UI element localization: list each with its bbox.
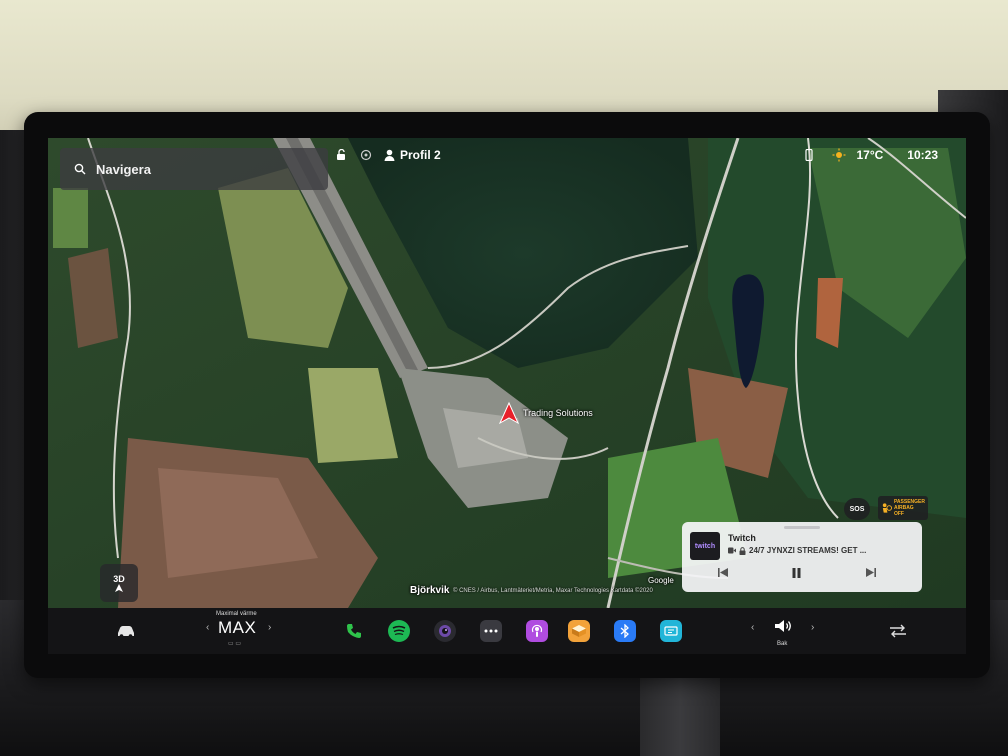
airbag-icon	[882, 503, 892, 513]
lock-icon	[739, 546, 746, 555]
touchscreen: Trading Solutions Björkvik © CNES / Airb…	[48, 138, 966, 654]
screen-icon	[664, 626, 678, 636]
sos-button[interactable]: SOS	[844, 498, 870, 520]
sos-label: SOS	[849, 505, 865, 513]
volume-decrease-button[interactable]: ‹	[751, 622, 754, 633]
volume-zone-label: Bak	[777, 641, 788, 647]
climate-decrease-button[interactable]: ‹	[206, 622, 209, 633]
navigate-search[interactable]: Navigera	[60, 148, 328, 190]
profile-name: Profil 2	[400, 148, 441, 162]
pause-button[interactable]	[792, 568, 801, 581]
more-apps-button[interactable]	[480, 620, 502, 642]
sentry-mode-icon[interactable]	[360, 149, 372, 161]
search-icon	[74, 163, 86, 175]
status-bar-right: 17°C 10:23	[804, 144, 938, 166]
clock: 10:23	[907, 148, 938, 162]
media-source: Twitch	[728, 533, 756, 543]
sun-icon	[832, 148, 846, 162]
volume-button[interactable]	[771, 614, 795, 638]
media-track-row: 24/7 JYNXZI STREAMS! GET ...	[728, 546, 866, 555]
next-icon	[866, 568, 876, 577]
phone-app-button[interactable]	[343, 620, 365, 642]
previous-icon	[718, 568, 728, 577]
media-track-title: 24/7 JYNXZI STREAMS! GET ...	[749, 546, 867, 555]
screen-mount	[640, 670, 720, 756]
profile-button[interactable]: Profil 2	[384, 148, 441, 162]
phone-key-icon[interactable]	[804, 149, 814, 161]
map-pin-label[interactable]: Trading Solutions	[523, 408, 593, 418]
volume-increase-button[interactable]: ›	[811, 622, 814, 633]
camera-app-button[interactable]	[434, 620, 456, 642]
profile-icon	[384, 149, 395, 161]
map-copyright: © CNES / Airbus, Lantmäteriet/Metria, Ma…	[453, 588, 653, 594]
climate-value[interactable]: MAX	[218, 618, 256, 638]
search-placeholder: Navigera	[96, 161, 151, 177]
unlock-icon[interactable]	[336, 149, 348, 161]
north-arrow-icon	[115, 584, 123, 592]
media-player-card[interactable]: twitch Twitch 24/7 JYNXZI STREAMS! GET .…	[682, 522, 922, 592]
podcasts-app-button[interactable]	[526, 620, 548, 642]
next-track-button[interactable]	[866, 568, 876, 580]
car-icon	[118, 626, 134, 638]
media-card-handle[interactable]	[784, 526, 820, 529]
spotify-app-button[interactable]	[388, 620, 410, 642]
climate-mode-label: Maximal värme	[216, 611, 257, 617]
media-album-art: twitch	[690, 532, 720, 560]
pause-icon	[792, 568, 801, 578]
podcast-icon	[531, 624, 543, 637]
map-attribution: Google	[648, 576, 674, 585]
outside-temperature: 17°C	[856, 148, 884, 162]
previous-track-button[interactable]	[718, 568, 728, 580]
car-controls-button[interactable]	[114, 619, 138, 643]
app-taskbar: Maximal värme ‹ MAX › ▭ ▭ ‹ Bak ›	[48, 608, 966, 654]
swap-arrows-icon	[890, 624, 906, 638]
phone-icon	[347, 624, 361, 638]
climate-increase-button[interactable]: ›	[268, 622, 271, 633]
bluetooth-icon	[620, 624, 629, 638]
toybox-icon	[572, 625, 586, 637]
passenger-airbag-indicator: PASSENGER AIRBAG OFF	[878, 496, 928, 520]
toybox-app-button[interactable]	[568, 620, 590, 642]
seat-heater-icon: ▭ ▭	[228, 641, 242, 647]
screen-app-button[interactable]	[660, 620, 682, 642]
spotify-icon	[392, 625, 406, 636]
video-icon	[728, 547, 736, 554]
status-bar-left: Profil 2	[336, 144, 441, 166]
map-view-mode-button[interactable]: 3D	[100, 564, 138, 602]
camera-lens-icon	[439, 625, 451, 637]
map-place-label: Björkvik	[410, 585, 450, 596]
airbag-text: PASSENGER AIRBAG OFF	[893, 499, 925, 517]
speaker-icon	[775, 620, 791, 632]
bluetooth-app-button[interactable]	[614, 620, 636, 642]
swap-button[interactable]	[886, 619, 910, 643]
more-icon	[484, 629, 498, 633]
map-view-mode-label: 3D	[113, 574, 125, 584]
